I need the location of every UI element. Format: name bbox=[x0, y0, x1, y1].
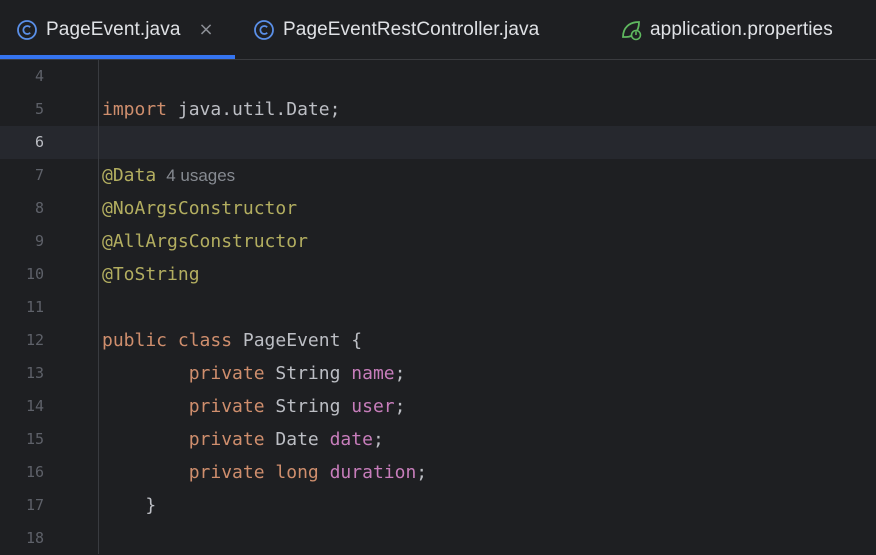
code-text: import java.util.Date; bbox=[102, 93, 340, 126]
code-text: private long duration; bbox=[102, 456, 427, 489]
code-line: 14 private String user; bbox=[0, 390, 876, 423]
code-text: @ToString bbox=[102, 258, 200, 291]
code-line: 16 private long duration; bbox=[0, 456, 876, 489]
tab-label: PageEventRestController.java bbox=[283, 18, 540, 40]
code-line: 8 @NoArgsConstructor bbox=[0, 192, 876, 225]
keyword: private bbox=[188, 396, 265, 417]
gutter-divider bbox=[98, 60, 99, 554]
semicolon: ; bbox=[394, 363, 406, 384]
type: String bbox=[264, 363, 352, 384]
code-line-current: 6 bbox=[0, 126, 876, 159]
line-number: 11 bbox=[25, 298, 44, 316]
line-number: 14 bbox=[25, 397, 44, 415]
code-editor[interactable]: 4 5 import java.util.Date; 6 7 @Data 4 us… bbox=[0, 60, 876, 554]
type: Date bbox=[264, 429, 330, 450]
keyword: private bbox=[188, 363, 265, 384]
code-rest: } bbox=[102, 495, 157, 516]
keyword: private bbox=[188, 429, 265, 450]
semicolon: ; bbox=[372, 429, 384, 450]
code-text: private String name; bbox=[102, 357, 406, 390]
line-number: 5 bbox=[34, 100, 44, 118]
code-rest: java.util.Date; bbox=[167, 99, 341, 120]
line-number: 9 bbox=[34, 232, 44, 250]
keyword: private long bbox=[188, 462, 319, 483]
line-number: 13 bbox=[25, 364, 44, 382]
tab-label: PageEvent.java bbox=[46, 18, 181, 40]
code-line: 9 @AllArgsConstructor bbox=[0, 225, 876, 258]
spring-properties-icon bbox=[622, 20, 642, 40]
annotation: @Data bbox=[102, 165, 157, 186]
annotation: @NoArgsConstructor bbox=[102, 198, 298, 219]
line-number: 4 bbox=[34, 67, 44, 85]
keyword: public class bbox=[102, 330, 233, 351]
editor-tab-bar: PageEvent.java × PageEventRestController… bbox=[0, 0, 876, 60]
code-line: 15 private Date date; bbox=[0, 423, 876, 456]
code-text: public class PageEvent { bbox=[102, 324, 362, 357]
java-class-icon bbox=[254, 19, 274, 40]
keyword: import bbox=[102, 99, 168, 120]
tab-page-event-rest-controller[interactable]: PageEventRestController.java bbox=[253, 0, 539, 59]
annotation: @AllArgsConstructor bbox=[102, 231, 308, 252]
code-text: private String user; bbox=[102, 390, 406, 423]
code-line: 18 bbox=[0, 522, 876, 555]
code-text: private Date date; bbox=[102, 423, 384, 456]
active-tab-indicator bbox=[0, 55, 235, 59]
line-number: 16 bbox=[25, 463, 44, 481]
line-number: 18 bbox=[25, 529, 44, 547]
code-line: 17 } bbox=[0, 489, 876, 522]
code-rest: PageEvent { bbox=[232, 330, 363, 351]
code-text: @NoArgsConstructor bbox=[102, 192, 297, 225]
code-line: 12 public class PageEvent { bbox=[0, 324, 876, 357]
line-number: 12 bbox=[25, 331, 44, 349]
tab-application-properties[interactable]: application.properties bbox=[620, 0, 833, 59]
close-icon[interactable]: × bbox=[199, 19, 214, 40]
usages-hint[interactable]: 4 usages bbox=[166, 166, 235, 185]
tab-label: application.properties bbox=[650, 18, 833, 40]
field-name: name bbox=[351, 363, 395, 384]
code-line: 7 @Data 4 usages bbox=[0, 159, 876, 192]
code-text: } bbox=[102, 489, 156, 522]
line-number: 8 bbox=[34, 199, 44, 217]
annotation: @ToString bbox=[102, 264, 200, 285]
semicolon: ; bbox=[416, 462, 428, 483]
field-name: date bbox=[329, 429, 373, 450]
line-number: 15 bbox=[25, 430, 44, 448]
java-class-icon bbox=[17, 19, 37, 40]
code-text: @Data 4 usages bbox=[102, 159, 235, 192]
line-number: 10 bbox=[25, 265, 44, 283]
code-line: 10 @ToString bbox=[0, 258, 876, 291]
tab-page-event-java[interactable]: PageEvent.java × bbox=[16, 0, 214, 59]
code-text: @AllArgsConstructor bbox=[102, 225, 308, 258]
field-name: user bbox=[351, 396, 395, 417]
field-name: duration bbox=[329, 462, 417, 483]
code-line: 4 bbox=[0, 60, 876, 93]
line-number: 6 bbox=[34, 133, 44, 151]
line-number: 17 bbox=[25, 496, 44, 514]
type: String bbox=[264, 396, 352, 417]
code-line: 13 private String name; bbox=[0, 357, 876, 390]
code-line: 5 import java.util.Date; bbox=[0, 93, 876, 126]
code-line: 11 bbox=[0, 291, 876, 324]
line-number: 7 bbox=[34, 166, 44, 184]
semicolon: ; bbox=[394, 396, 406, 417]
type bbox=[319, 462, 330, 483]
